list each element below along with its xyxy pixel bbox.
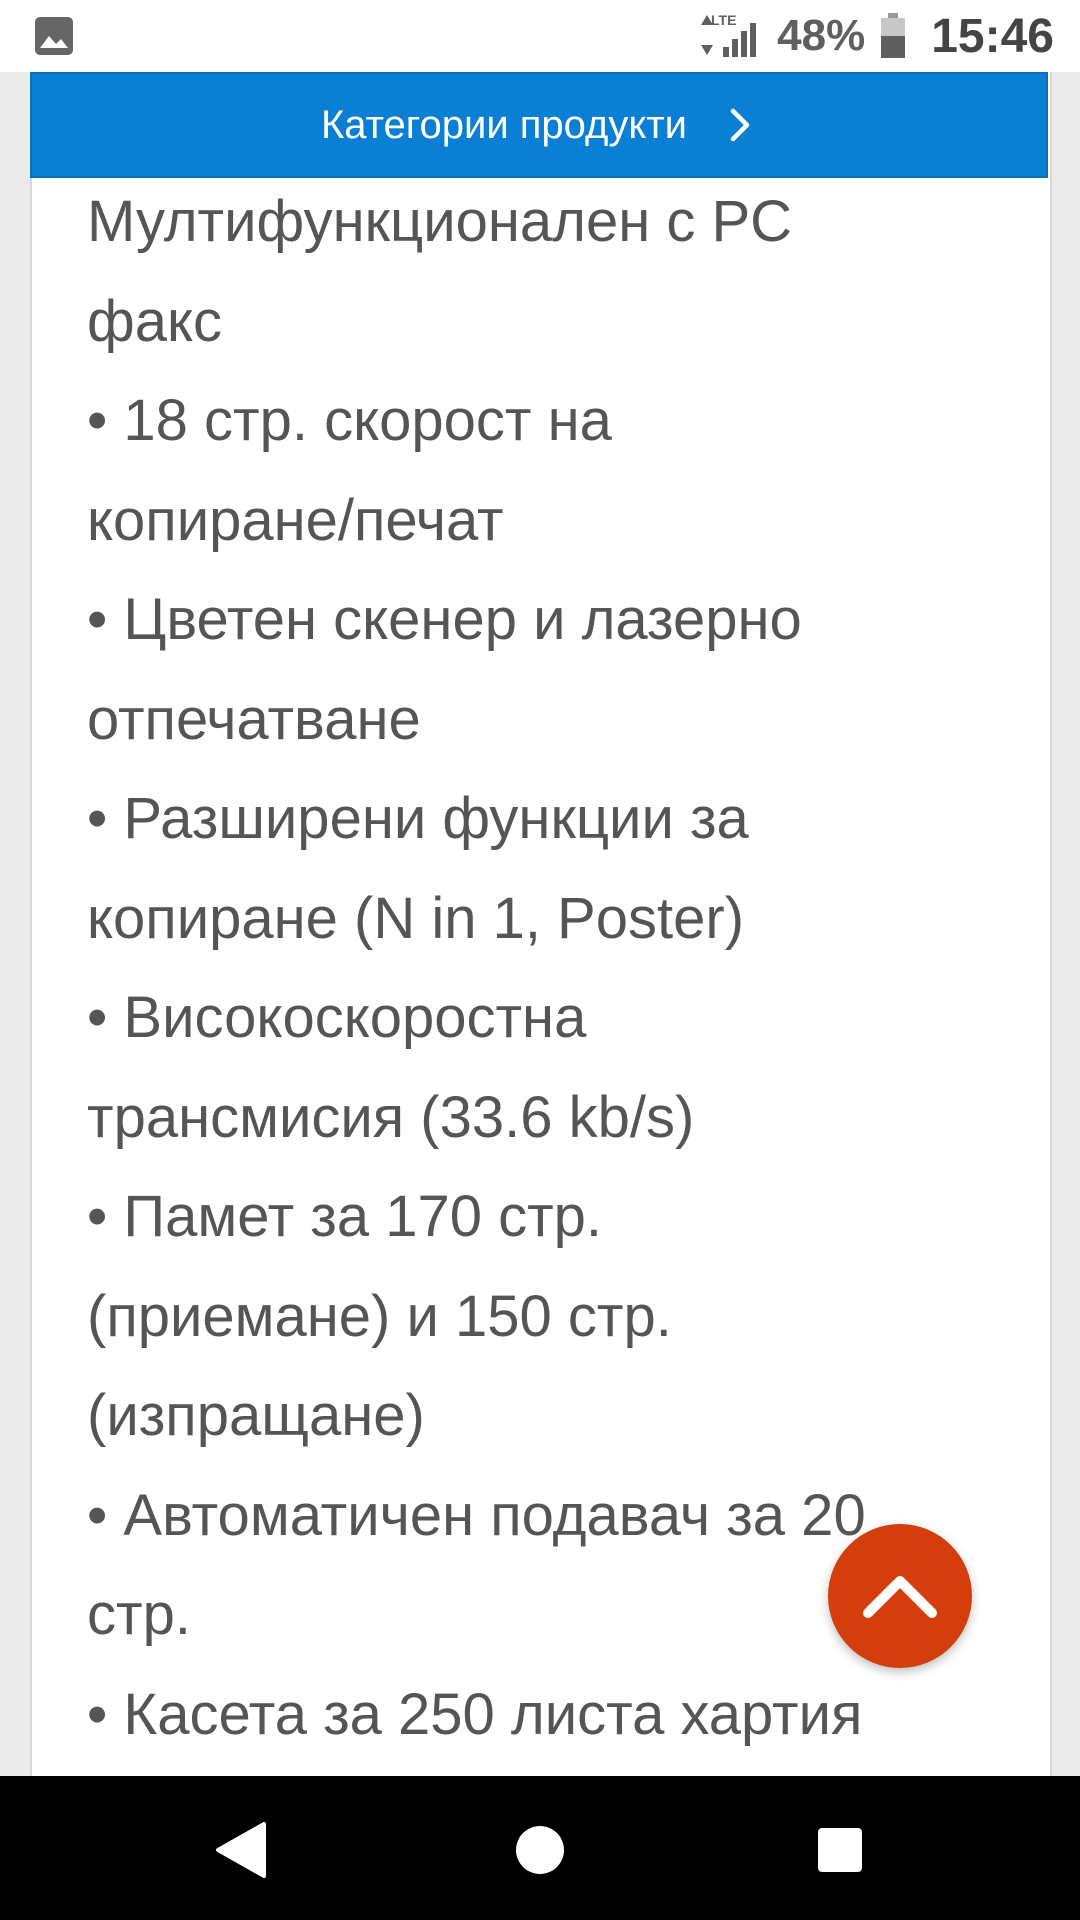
battery-icon [881, 13, 906, 58]
description-line: копиране/печат [87, 487, 504, 553]
description-line: • Разширени функции за [87, 786, 749, 851]
description-line: Мултифункционален с PC [87, 189, 793, 254]
scroll-to-top-button[interactable] [828, 1524, 972, 1668]
status-indicators: LTE 48% 15:46 [693, 0, 1054, 72]
status-bar: LTE 48% 15:46 [0, 0, 1080, 72]
description-line: отпечатване [87, 686, 421, 752]
navigation-bar [0, 1776, 1080, 1920]
chevron-right-icon [730, 108, 750, 142]
back-icon[interactable] [210, 1818, 274, 1882]
description-line: • 18 стр. скорост на [87, 388, 612, 453]
product-description-card: Мултифункционален с PC факс • 18 стр. ск… [30, 72, 1052, 1776]
product-categories-button[interactable]: Категории продукти [30, 72, 1048, 178]
description-line: (приемане) и 150 стр. [87, 1283, 672, 1349]
description-line: копиране (N in 1, Poster) [87, 885, 745, 951]
description-line: трансмисия (33.6 kb/s) [87, 1084, 695, 1150]
description-line: • Памет за 170 стр. [87, 1184, 603, 1249]
lte-signal-icon: LTE [701, 12, 757, 57]
product-categories-label: Категории продукти [320, 102, 687, 147]
description-line: • Касета за 250 листа хартия [87, 1681, 863, 1747]
recents-icon[interactable] [808, 1818, 872, 1882]
battery-percent: 48% [777, 11, 866, 60]
description-line: • Цветен скенер и лазерно [87, 587, 802, 652]
description-line: факс [87, 288, 223, 354]
gallery-icon [35, 17, 73, 55]
clock: 15:46 [931, 9, 1054, 63]
description-line: • Високоскоростна [87, 985, 587, 1050]
chevron-up-icon [863, 1576, 937, 1618]
description-line: (изпращане) [87, 1383, 425, 1448]
home-icon[interactable] [508, 1818, 572, 1882]
svg-text:LTE: LTE [711, 12, 736, 28]
